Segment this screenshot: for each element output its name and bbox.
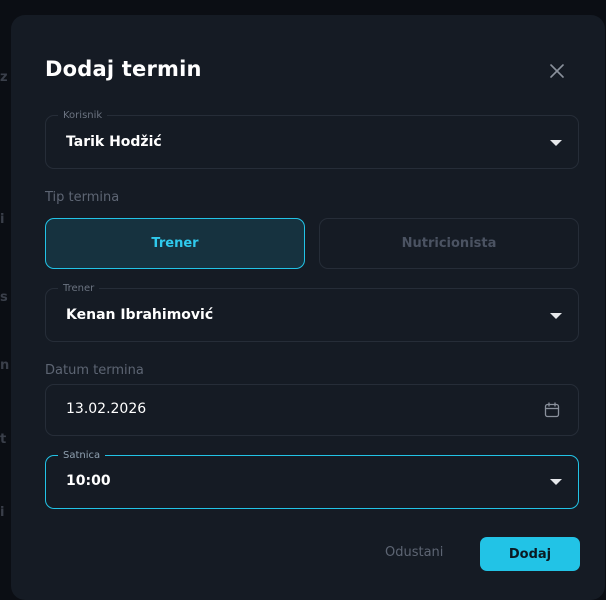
date-label: Datum termina [45,363,144,378]
trainer-select[interactable]: Trener Kenan Ibrahimović [45,282,579,342]
dialog-title: Dodaj termin [45,57,202,81]
background-fragment: z [0,70,8,85]
background-fragment: n [0,358,10,373]
cancel-button[interactable]: Odustani [385,545,443,560]
type-option-nutritionist[interactable]: Nutricionista [319,218,579,269]
chevron-down-icon [550,313,562,319]
time-select-legend: Satnica [58,449,106,462]
add-button[interactable]: Dodaj [480,537,580,571]
background-fragment: i [0,505,5,520]
trainer-select-legend: Trener [58,282,100,295]
user-select-value: Tarik Hodžić [66,134,162,150]
time-select[interactable]: Satnica 10:00 [45,449,579,509]
close-icon [550,64,564,78]
chevron-down-icon [550,140,562,146]
date-field[interactable]: 13.02.2026 [45,384,579,436]
close-button[interactable] [545,59,569,83]
time-select-value: 10:00 [66,473,111,489]
add-appointment-dialog: Dodaj termin Korisnik Tarik Hodžić Tip t… [11,15,605,600]
date-field-value: 13.02.2026 [66,401,147,417]
trainer-select-value: Kenan Ibrahimović [66,307,214,323]
user-select-legend: Korisnik [58,109,108,122]
chevron-down-icon [550,479,562,485]
background-fragment: i [0,212,5,227]
type-option-trainer[interactable]: Trener [45,218,305,269]
appointment-type-label: Tip termina [45,190,120,205]
background-fragment: s [0,290,8,305]
user-select[interactable]: Korisnik Tarik Hodžić [45,109,579,169]
background-fragment: t [0,432,7,447]
calendar-icon[interactable] [544,402,560,418]
